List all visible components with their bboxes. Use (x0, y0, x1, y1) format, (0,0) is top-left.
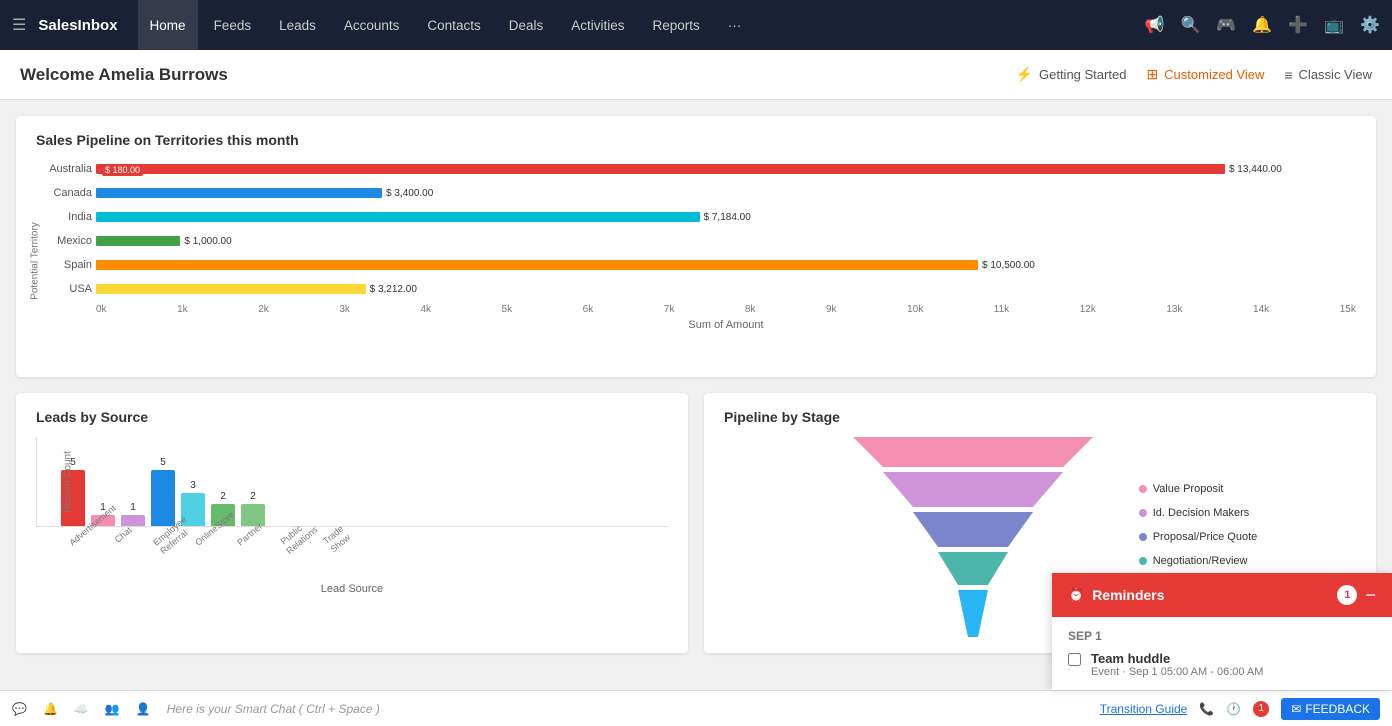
gamepad-icon[interactable]: 🎮 (1216, 15, 1236, 35)
reminders-panel: ⏰ Reminders 1 − SEP 1 Team huddle Event … (1052, 573, 1392, 690)
cloud-icon: ☁️ (74, 702, 89, 716)
nav-item-deals[interactable]: Deals (497, 0, 556, 50)
vbar-trade-show: 2 (241, 491, 265, 526)
hbar-row-spain: Spain $ 10,500.00 (96, 256, 1356, 274)
menu-icon[interactable]: ☰ (12, 15, 26, 35)
nav-item-accounts[interactable]: Accounts (332, 0, 412, 50)
leads-by-source-title: Leads by Source (36, 409, 668, 425)
reminder-item-subtitle: Event · Sep 1 05:00 AM - 06:00 AM (1091, 666, 1263, 678)
brand-logo: SalesInbox (38, 17, 117, 34)
settings-icon[interactable]: ⚙️ (1360, 15, 1380, 35)
clock-icon[interactable]: 🕐 (1226, 702, 1241, 716)
reminder-item: Team huddle Event · Sep 1 05:00 AM - 06:… (1068, 651, 1376, 678)
lead-source-label: Lead Source (36, 583, 668, 595)
reminders-count-badge: 1 (1337, 585, 1357, 605)
reminders-minimize-btn[interactable]: − (1365, 586, 1376, 604)
nav-icons: 📢 🔍 🎮 🔔 ➕ 📺 ⚙️ (1145, 15, 1380, 35)
list-icon: ≡ (1284, 67, 1292, 83)
classic-view-btn[interactable]: ≡ Classic View (1284, 67, 1372, 83)
nav-item-home[interactable]: Home (138, 0, 198, 50)
transition-guide-link[interactable]: Transition Guide (1100, 702, 1188, 716)
nav-item-contacts[interactable]: Contacts (415, 0, 492, 50)
reminder-item-title: Team huddle (1091, 651, 1263, 666)
leads-by-source-card: Leads by Source Record Count 5 1 (16, 393, 688, 653)
hbar-row-usa: USA $ 3,212.00 (96, 280, 1356, 298)
reminders-header: ⏰ Reminders 1 − (1052, 573, 1392, 617)
xaxis-label: Sum of Amount (96, 319, 1356, 331)
nav-item-activities[interactable]: Activities (559, 0, 636, 50)
nav-item-leads[interactable]: Leads (267, 0, 328, 50)
subheader: Welcome Amelia Burrows ⚡ Getting Started… (0, 50, 1392, 100)
feedback-button[interactable]: ✉ FEEDBACK (1281, 698, 1380, 720)
sales-pipeline-title: Sales Pipeline on Territories this month (36, 132, 1356, 148)
reminders-body: SEP 1 Team huddle Event · Sep 1 05:00 AM… (1052, 617, 1392, 690)
bell-bottom-icon: 🔔 (43, 702, 58, 716)
grid-icon: ⊞ (1146, 66, 1158, 83)
search-icon[interactable]: 🔍 (1180, 15, 1200, 35)
hbar-row-india: India $ 7,184.00 (96, 208, 1356, 226)
plus-icon[interactable]: ➕ (1288, 15, 1308, 35)
bell-icon[interactable]: 🔔 (1252, 15, 1272, 35)
vbar-area: Record Count 5 1 1 (36, 437, 668, 527)
hbar-chart: Australia $ 13,440.00 $ 180.00 Canada $ … (36, 160, 1356, 361)
person-icon: 👤 (136, 702, 151, 716)
phone-icon[interactable]: 📞 (1199, 702, 1214, 716)
vbar-employee-referral: 1 (121, 502, 145, 526)
nav-item-reports[interactable]: Reports (640, 0, 711, 50)
reminder-checkbox[interactable] (1068, 653, 1081, 666)
hbar-row-mexico: Mexico $ 1,000.00 (96, 232, 1356, 250)
screen-icon[interactable]: 📺 (1324, 15, 1344, 35)
vbar-onlinestore: 5 (151, 457, 175, 526)
announcements-icon[interactable]: 📢 (1145, 15, 1165, 35)
getting-started-btn[interactable]: ⚡ Getting Started (1016, 66, 1127, 83)
smart-chat-input[interactable]: Here is your Smart Chat ( Ctrl + Space ) (167, 702, 1084, 716)
page-title: Welcome Amelia Burrows (20, 65, 1016, 85)
bottombar: 💬 🔔 ☁️ 👥 👤 Here is your Smart Chat ( Ctr… (0, 690, 1392, 726)
chat-icon: 💬 (12, 702, 27, 716)
hbar-row-australia: Australia $ 13,440.00 (96, 160, 1356, 178)
lightning-icon: ⚡ (1016, 66, 1033, 83)
top-nav: ☰ SalesInbox Home Feeds Leads Accounts C… (0, 0, 1392, 50)
clock-reminders-icon: ⏰ (1068, 587, 1084, 603)
sales-pipeline-card: Sales Pipeline on Territories this month… (16, 116, 1376, 377)
nav-item-feeds[interactable]: Feeds (202, 0, 264, 50)
feedback-icon: ✉ (1291, 702, 1301, 716)
people-icon: 👥 (105, 702, 120, 716)
reminders-date: SEP 1 (1068, 629, 1376, 643)
reminders-title: Reminders (1092, 587, 1329, 603)
notification-badge: 1 (1253, 701, 1269, 717)
hbar-row-canada: Canada $ 3,400.00 (96, 184, 1356, 202)
customized-view-btn[interactable]: ⊞ Customized View (1146, 66, 1264, 83)
view-controls: ⚡ Getting Started ⊞ Customized View ≡ Cl… (1016, 66, 1372, 83)
sales-pipeline-chart: Potential Territory Australia $ 13,440.0… (36, 160, 1356, 361)
x-axis: 0k 1k 2k 3k 4k 5k 6k 7k 8k 9k 10k 11k 12… (96, 304, 1356, 315)
nav-item-more[interactable]: ··· (716, 0, 754, 50)
pipeline-by-stage-title: Pipeline by Stage (724, 409, 1356, 425)
